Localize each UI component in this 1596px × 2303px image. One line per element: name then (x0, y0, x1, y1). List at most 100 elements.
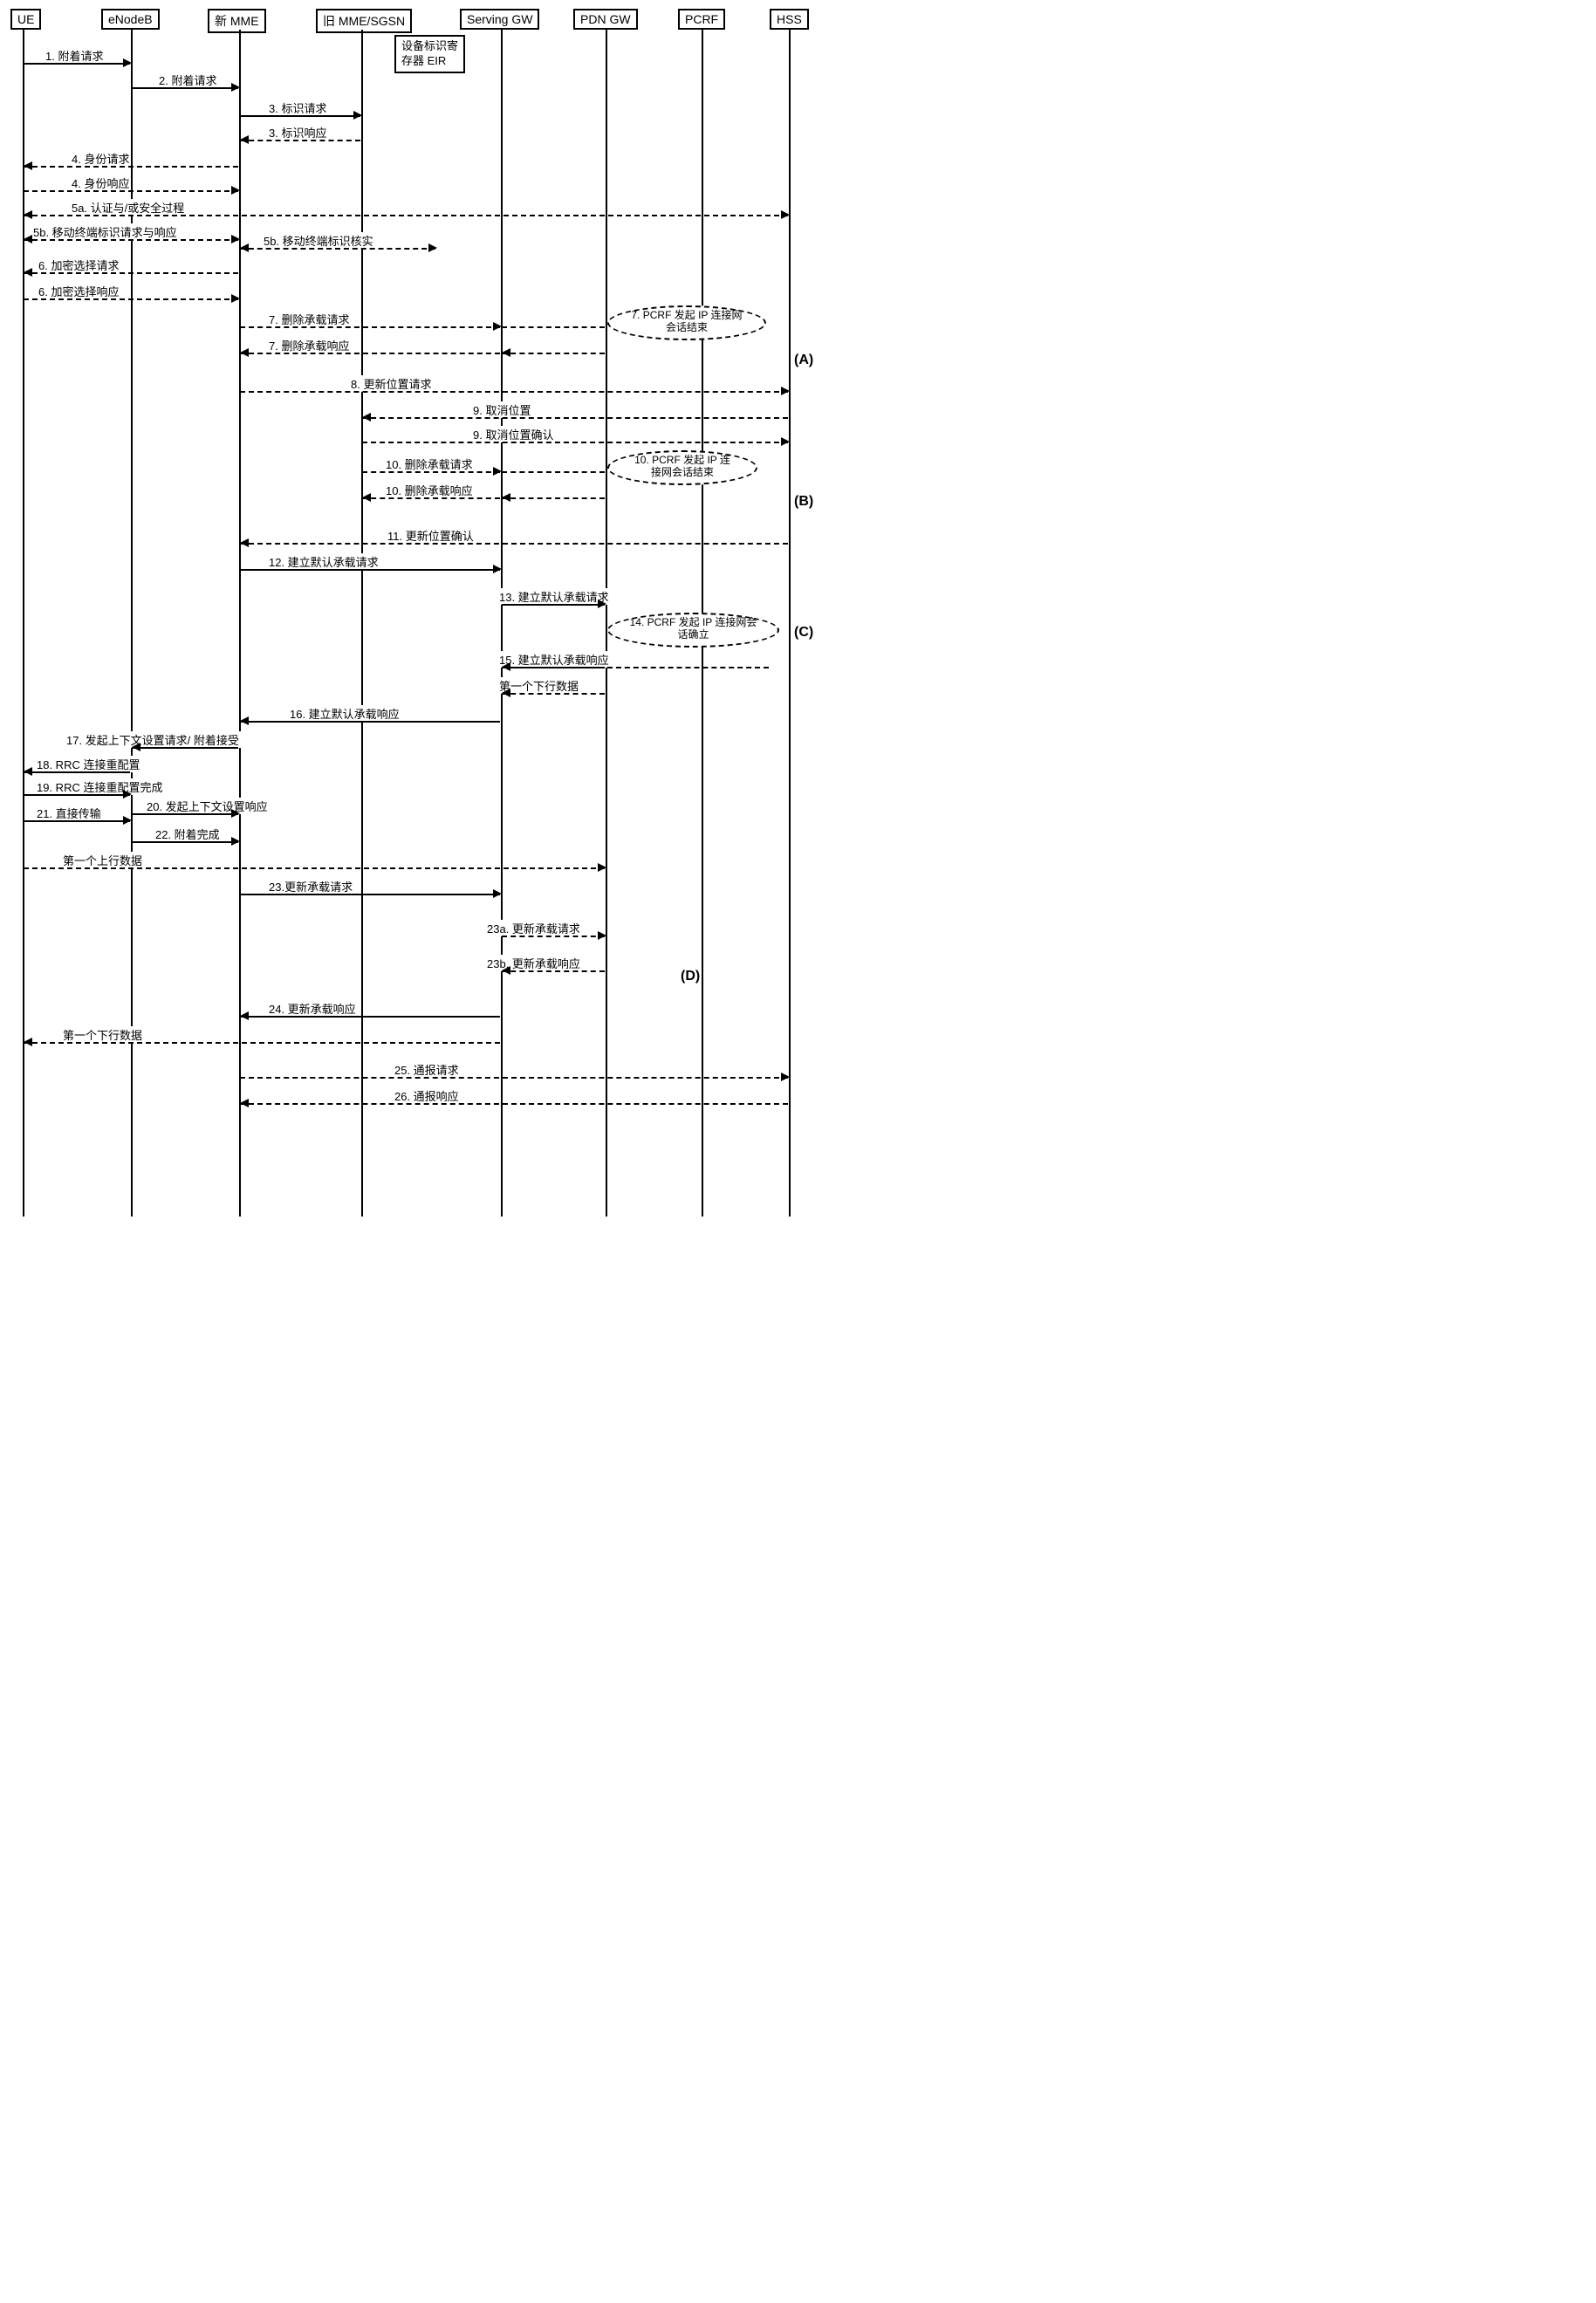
arrow-12 (240, 569, 500, 571)
lifeline-newmme (239, 30, 241, 1217)
phase-a: (A) (794, 353, 813, 368)
msg-7b: 7. 删除承载响应 (267, 337, 351, 353)
msg-3b: 3. 标识响应 (267, 124, 328, 141)
arrow-4b (24, 190, 238, 192)
arrowhead-26 (240, 1099, 249, 1107)
arrow-15 (502, 667, 605, 668)
arrow-7c (502, 326, 605, 328)
arrowhead-5b2-r (428, 243, 437, 252)
arrowhead-21 (123, 816, 132, 825)
msg-15: 15. 建立默认承载响应 (497, 651, 611, 668)
arrowhead-firstdl2 (24, 1038, 32, 1046)
msg-9a: 9. 取消位置 (471, 401, 532, 418)
arrowhead-23 (493, 889, 502, 898)
msg-8: 8. 更新位置请求 (349, 375, 433, 392)
arrowhead-16 (240, 716, 249, 725)
arrow-firstdl2 (24, 1042, 500, 1044)
note-eir: 设备标识寄 存器 EIR (394, 35, 465, 73)
arrow-5a (24, 215, 788, 216)
arrow-23 (240, 894, 500, 895)
actor-enodeb: eNodeB (101, 9, 160, 30)
arrowhead-10b (362, 493, 371, 502)
arrow-15b (607, 667, 769, 668)
arrow-10b (362, 497, 500, 499)
msg-7c-l1: 7. PCRF 发起 IP 连接网 (631, 309, 742, 321)
msg-24: 24. 更新承载响应 (267, 1000, 358, 1017)
msg-3a: 3. 标识请求 (267, 99, 328, 116)
msg-20: 20. 发起上下文设置响应 (145, 798, 270, 814)
arrowhead-23a (598, 931, 606, 940)
msg-10c-l1: 10. PCRF 发起 IP 连 (634, 454, 730, 466)
arrow-8 (240, 391, 788, 393)
arrow-firstdl1 (502, 693, 605, 695)
msg-14-l2: 话确立 (677, 628, 709, 641)
arrowhead-3b (240, 135, 249, 144)
msg-7c-l2: 会话结束 (666, 321, 708, 333)
arrowhead-7b2 (502, 348, 510, 357)
msg-4b: 4. 身份响应 (70, 175, 131, 191)
msg-12: 12. 建立默认承载请求 (267, 553, 380, 570)
arrow-21 (24, 820, 130, 822)
arrow-5b (24, 239, 238, 241)
arrow-1 (24, 63, 130, 65)
arrowhead-7a (493, 322, 502, 331)
arrowhead-5b-l (24, 235, 32, 243)
actor-newmme: 新 MME (208, 9, 266, 33)
arrow-4a (24, 166, 238, 168)
arrow-10b2 (502, 497, 605, 499)
arrowhead-20 (231, 809, 240, 818)
arrow-19 (24, 794, 130, 796)
arrow-3b (240, 140, 360, 141)
arrow-11 (240, 543, 788, 545)
arrowhead-12 (493, 565, 502, 573)
arrow-6b (24, 298, 238, 300)
phase-b: (B) (794, 494, 813, 510)
arrowhead-25 (781, 1073, 790, 1081)
lifeline-sgw (501, 30, 503, 1217)
ellipse-10c: 10. PCRF 发起 IP 连 接网会话结束 (607, 450, 757, 485)
arrow-6a (24, 272, 238, 274)
arrow-9a (362, 417, 788, 419)
msg-4a: 4. 身份请求 (70, 150, 131, 167)
arrow-16 (240, 721, 500, 723)
arrow-7b2 (502, 353, 605, 354)
msg-7a: 7. 删除承载请求 (267, 311, 351, 327)
arrow-13 (502, 604, 605, 606)
msg-23b: 23b. 更新承载响应 (485, 955, 582, 971)
lifeline-pdngw (606, 30, 607, 1217)
msg-19: 19. RRC 连接重配置完成 (35, 778, 164, 795)
arrowhead-6b (231, 294, 240, 303)
msg-23: 23.更新承载请求 (267, 878, 354, 894)
arrowhead-9a (362, 413, 371, 422)
msg-13: 13. 建立默认承载请求 (497, 588, 611, 605)
arrow-10c (502, 471, 605, 473)
arrowhead-10b2 (502, 493, 510, 502)
arrowhead-5b2-l (240, 243, 249, 252)
msg-6a: 6. 加密选择请求 (37, 257, 120, 273)
arrowhead-13 (598, 600, 606, 608)
arrowhead-5a-r (781, 210, 790, 219)
msg-9b: 9. 取消位置确认 (471, 426, 555, 442)
arrow-2 (132, 87, 238, 89)
arrow-26 (240, 1103, 788, 1105)
arrowhead-10a (493, 467, 502, 476)
actor-ue: UE (10, 9, 41, 30)
arrowhead-19 (123, 790, 132, 799)
msg-21: 21. 直接传输 (35, 805, 103, 821)
arrow-23b (502, 970, 605, 972)
arrow-3a (240, 115, 360, 117)
arrow-22 (132, 841, 238, 843)
arrowhead-24 (240, 1011, 249, 1020)
msg-23a: 23a. 更新承载请求 (485, 920, 582, 936)
actor-hss: HSS (770, 9, 809, 30)
msg-18: 18. RRC 连接重配置 (35, 756, 141, 772)
ellipse-7c: 7. PCRF 发起 IP 连接网 会话结束 (607, 305, 766, 340)
arrow-24 (240, 1016, 500, 1018)
arrowhead-8 (781, 387, 790, 395)
ellipse-14: 14. PCRF 发起 IP 连接网会 话确立 (607, 613, 779, 648)
msg-firstdl2: 第一个下行数据 (61, 1026, 144, 1043)
arrowhead-7b (240, 348, 249, 357)
arrow-25 (240, 1077, 788, 1079)
arrowhead-23b (502, 966, 510, 975)
arrowhead-9b (781, 437, 790, 446)
